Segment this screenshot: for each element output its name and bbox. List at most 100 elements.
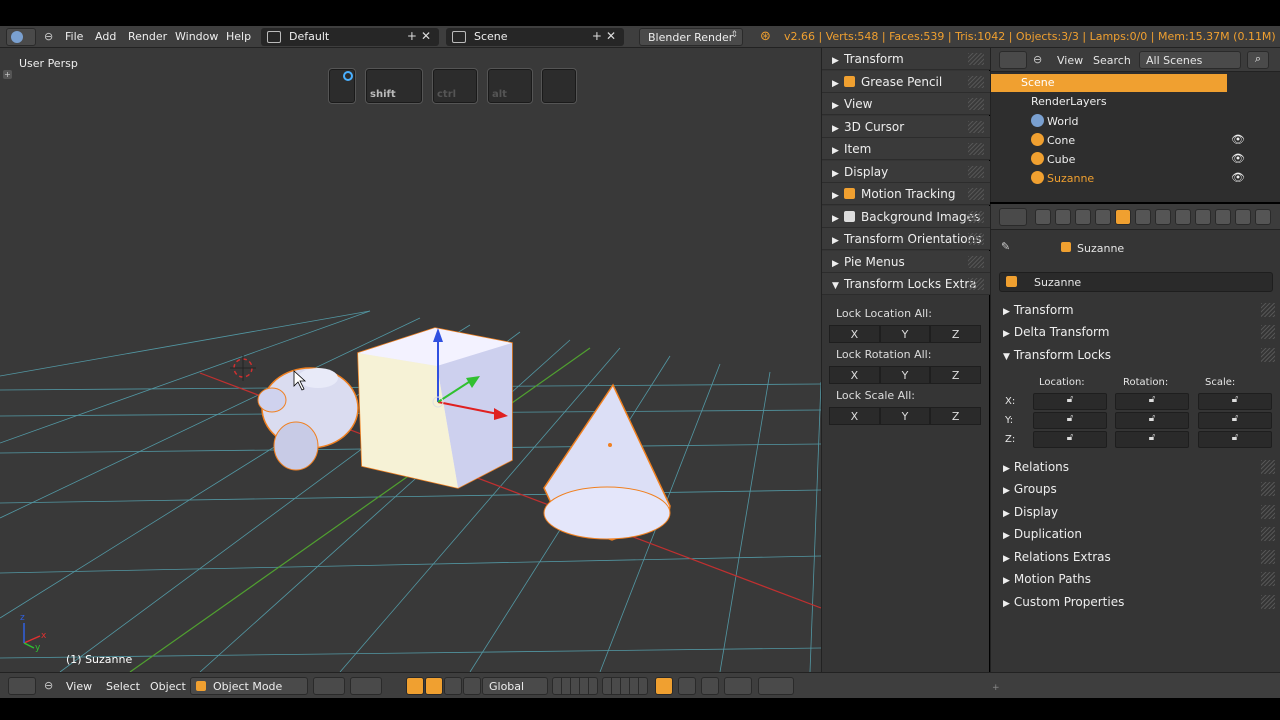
render-preview-icon[interactable] xyxy=(758,677,794,695)
menu-help[interactable]: Help xyxy=(226,30,251,43)
npanel-section-view[interactable]: ▶ View xyxy=(822,93,990,115)
motion-tracking-checkbox[interactable] xyxy=(844,188,855,199)
data-tab-icon[interactable] xyxy=(1175,209,1191,225)
bottom-menu-select[interactable]: Select xyxy=(106,680,140,693)
layers-tab-icon[interactable] xyxy=(1055,209,1071,225)
outliner-row-renderlayers[interactable]: RenderLayers xyxy=(991,93,1280,111)
lock-scale-y-button[interactable]: Y xyxy=(879,407,931,425)
outliner-menu-view[interactable]: View xyxy=(1057,54,1083,67)
props-editor-type-icon[interactable] xyxy=(999,208,1027,226)
npanel-section-3d-cursor[interactable]: ▶ 3D Cursor xyxy=(822,116,990,138)
lock-rotation-z-toggle[interactable]: 🔓︎ xyxy=(1115,431,1189,448)
lock-scale-x-toggle[interactable]: 🔓︎ xyxy=(1198,393,1272,410)
lock-rotation-x-toggle[interactable]: 🔓︎ xyxy=(1115,393,1189,410)
outliner-editor-type-icon[interactable] xyxy=(999,51,1027,69)
props-section-groups[interactable]: ▶ Groups xyxy=(1003,482,1279,496)
3d-viewport[interactable]: User Persp + shift ctrl alt x y z (1) Su… xyxy=(0,48,821,672)
props-section-delta-transform[interactable]: ▶ Delta Transform xyxy=(1003,325,1279,339)
viewport-scene[interactable] xyxy=(0,48,821,672)
suzanne-mesh[interactable] xyxy=(257,367,359,471)
npanel-section-pie-menus[interactable]: ▶ Pie Menus xyxy=(822,251,990,273)
pivot-point-button[interactable] xyxy=(350,677,382,695)
layout-add-remove-icons[interactable]: +✕ xyxy=(407,29,435,43)
background-images-checkbox[interactable] xyxy=(844,211,855,222)
props-section-duplication[interactable]: ▶ Duplication xyxy=(1003,527,1279,541)
lock-camera-icon[interactable] xyxy=(655,677,673,695)
outliner-row-cone[interactable]: Cone 👁 xyxy=(991,131,1280,149)
menu-file[interactable]: File xyxy=(65,30,83,43)
lock-rotation-z-button[interactable]: Z xyxy=(930,366,982,384)
object-name-field[interactable]: Suzanne xyxy=(999,272,1273,292)
props-section-custom-properties[interactable]: ▶ Custom Properties xyxy=(1003,595,1279,609)
lock-location-y-toggle[interactable]: 🔓︎ xyxy=(1033,412,1107,429)
visibility-eye-icon[interactable]: 👁 xyxy=(1231,171,1245,184)
render-engine-select[interactable]: Blender Render ⇕ xyxy=(639,28,743,46)
bottom-menu-object[interactable]: Object xyxy=(150,680,186,693)
npanel-section-background-images[interactable]: ▶ Background Images xyxy=(822,206,990,228)
visibility-eye-icon[interactable]: 👁 xyxy=(1231,133,1245,146)
outliner-search-icon[interactable]: ⌕ xyxy=(1247,51,1269,69)
mode-select[interactable]: Object Mode xyxy=(190,677,308,695)
proportional-edit-icon[interactable] xyxy=(678,677,696,695)
outliner-collapse-icon[interactable]: ⊖ xyxy=(1033,53,1042,66)
rotate-manipulator-icon[interactable] xyxy=(444,677,462,695)
cube-mesh[interactable] xyxy=(357,327,513,489)
3dview-editor-type-icon[interactable] xyxy=(8,677,36,695)
npanel-section-transform-locks-extra[interactable]: ▼ Transform Locks Extra xyxy=(822,273,990,295)
scene-tab-icon[interactable] xyxy=(1075,209,1091,225)
lock-location-z-button[interactable]: Z xyxy=(930,325,982,343)
translate-manipulator-icon[interactable] xyxy=(425,677,443,695)
lock-location-z-toggle[interactable]: 🔓︎ xyxy=(1033,431,1107,448)
props-bottom-resize-icon[interactable]: + xyxy=(992,683,1000,693)
particles-tab-icon[interactable] xyxy=(1235,209,1251,225)
outliner-scenes-select[interactable]: All Scenes xyxy=(1139,51,1241,69)
snap-element-icon[interactable] xyxy=(724,677,752,695)
transform-orientation-select[interactable]: Global xyxy=(482,677,548,695)
viewport-plus-icon[interactable]: + xyxy=(3,70,12,79)
layers-grid-2[interactable] xyxy=(602,677,648,695)
npanel-section-display[interactable]: ▶ Display xyxy=(822,161,990,183)
props-section-display[interactable]: ▶ Display xyxy=(1003,505,1279,519)
npanel-section-grease-pencil[interactable]: ▶ Grease Pencil xyxy=(822,71,990,93)
manipulator-toggle[interactable] xyxy=(406,677,424,695)
lock-location-x-toggle[interactable]: 🔓︎ xyxy=(1033,393,1107,410)
render-tab-icon[interactable] xyxy=(1035,209,1051,225)
bottom-menu-view[interactable]: View xyxy=(66,680,92,693)
modifiers-tab-icon[interactable] xyxy=(1155,209,1171,225)
cone-mesh[interactable] xyxy=(543,383,671,541)
3dview-collapse-icon[interactable]: ⊖ xyxy=(44,679,53,692)
props-section-transform[interactable]: ▶ Transform xyxy=(1003,303,1279,317)
3d-cursor[interactable] xyxy=(230,355,256,381)
outliner-row-suzanne[interactable]: Suzanne 👁 xyxy=(991,169,1280,187)
outliner-row-cube[interactable]: Cube 👁 xyxy=(991,150,1280,168)
npanel-section-motion-tracking[interactable]: ▶ Motion Tracking xyxy=(822,183,990,205)
scale-manipulator-icon[interactable] xyxy=(463,677,481,695)
grease-pencil-checkbox[interactable] xyxy=(844,76,855,87)
pin-icon[interactable]: ✎ xyxy=(1001,240,1010,253)
npanel-section-transform[interactable]: ▶ Transform xyxy=(822,48,990,70)
lock-location-y-button[interactable]: Y xyxy=(879,325,931,343)
texture-tab-icon[interactable] xyxy=(1215,209,1231,225)
lock-rotation-y-button[interactable]: Y xyxy=(879,366,931,384)
viewport-shading-button[interactable] xyxy=(313,677,345,695)
screen-layout-field[interactable]: Default +✕ xyxy=(261,28,439,46)
npanel-section-transform-orientations[interactable]: ▶ Transform Orientations xyxy=(822,228,990,250)
menu-add[interactable]: Add xyxy=(95,30,116,43)
material-tab-icon[interactable] xyxy=(1195,209,1211,225)
outliner-row-world[interactable]: World xyxy=(991,112,1280,130)
props-section-motion-paths[interactable]: ▶ Motion Paths xyxy=(1003,572,1279,586)
physics-tab-icon[interactable] xyxy=(1255,209,1271,225)
lock-scale-z-button[interactable]: Z xyxy=(930,407,982,425)
lock-rotation-x-button[interactable]: X xyxy=(829,366,880,384)
outliner-menu-search[interactable]: Search xyxy=(1093,54,1131,67)
layers-grid-1[interactable] xyxy=(552,677,598,695)
lock-rotation-y-toggle[interactable]: 🔓︎ xyxy=(1115,412,1189,429)
editor-type-button[interactable] xyxy=(6,28,36,46)
snap-toggle-icon[interactable] xyxy=(701,677,719,695)
visibility-eye-icon[interactable]: 👁 xyxy=(1231,152,1245,165)
scene-field[interactable]: Scene +✕ xyxy=(446,28,624,46)
outliner-row-scene[interactable]: Scene xyxy=(991,74,1227,92)
lock-scale-y-toggle[interactable]: 🔓︎ xyxy=(1198,412,1272,429)
lock-scale-x-button[interactable]: X xyxy=(829,407,880,425)
lock-scale-z-toggle[interactable]: 🔓︎ xyxy=(1198,431,1272,448)
